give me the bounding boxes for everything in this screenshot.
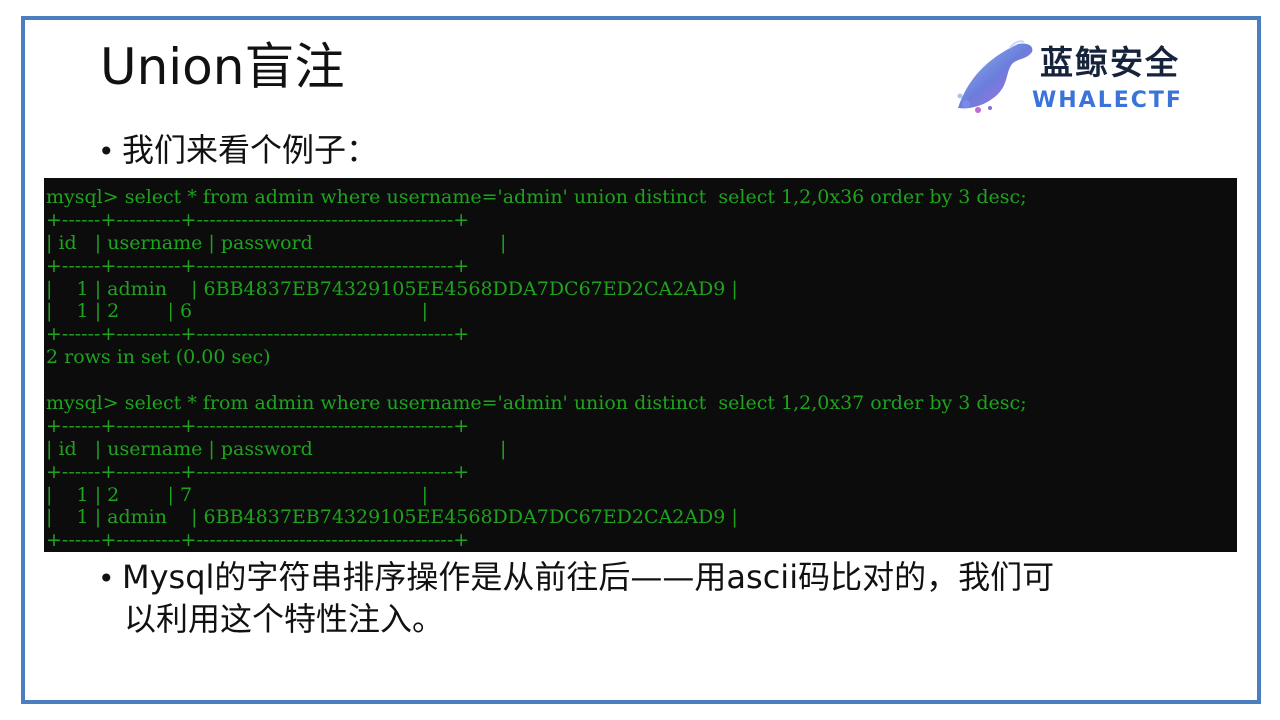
slide: Union盲注 蓝鲸安全 WHALECTF • 我们来看个例子： mysql> s…	[0, 0, 1280, 720]
terminal-line: +------+----------+---------------------…	[46, 414, 470, 437]
bullet-conclusion-text-2: 以利用这个特性注入。	[124, 599, 445, 638]
terminal-line: | 1 | admin | 6BB4837EB74329105EE4568DDA…	[46, 277, 738, 300]
slide-title: Union盲注	[100, 38, 345, 96]
whalectf-logo: 蓝鲸安全 WHALECTF	[948, 38, 1238, 118]
terminal-line: | 1 | 2 | 7 |	[46, 483, 428, 506]
whale-icon	[957, 40, 1033, 113]
bullet-conclusion: • Mysql的字符串排序操作是从前往后——用ascii码比对的，我们可 以利用这…	[98, 557, 1178, 640]
terminal-line: | 1 | 2 | 6 |	[46, 300, 428, 323]
terminal-output: mysql> select * from admin where usernam…	[46, 186, 1027, 552]
terminal-line: +------+----------+---------------------…	[46, 323, 470, 346]
terminal-line: | id | username | password |	[46, 437, 507, 460]
terminal-line: +------+----------+---------------------…	[46, 254, 470, 277]
terminal-line: mysql> select * from admin where usernam…	[46, 392, 1027, 415]
logo-brand-english: WHALECTF	[1032, 88, 1183, 113]
bullet-intro: • 我们来看个例子：	[98, 130, 378, 172]
terminal-line: +------+----------+---------------------…	[46, 529, 470, 552]
terminal-line: +------+----------+---------------------…	[46, 460, 470, 483]
bullet-conclusion-text-1: Mysql的字符串排序操作是从前往后——用ascii码比对的，我们可	[122, 558, 1055, 596]
terminal-line: +------+----------+---------------------…	[46, 208, 470, 231]
bullet-marker: •	[98, 135, 115, 168]
terminal-line: mysql> select * from admin where usernam…	[46, 186, 1027, 208]
bullet-conclusion-line-1: • Mysql的字符串排序操作是从前往后——用ascii码比对的，我们可	[98, 557, 1178, 599]
logo-brand-chinese: 蓝鲸安全	[1040, 43, 1180, 82]
bullet-intro-text: 我们来看个例子：	[122, 131, 379, 169]
terminal-line: 2 rows in set (0.00 sec)	[46, 346, 271, 369]
bullet-marker: •	[98, 562, 115, 595]
terminal-line: | id | username | password |	[46, 231, 507, 254]
terminal-line: | 1 | admin | 6BB4837EB74329105EE4568DDA…	[46, 506, 738, 529]
terminal-screenshot: mysql> select * from admin where usernam…	[44, 178, 1237, 552]
